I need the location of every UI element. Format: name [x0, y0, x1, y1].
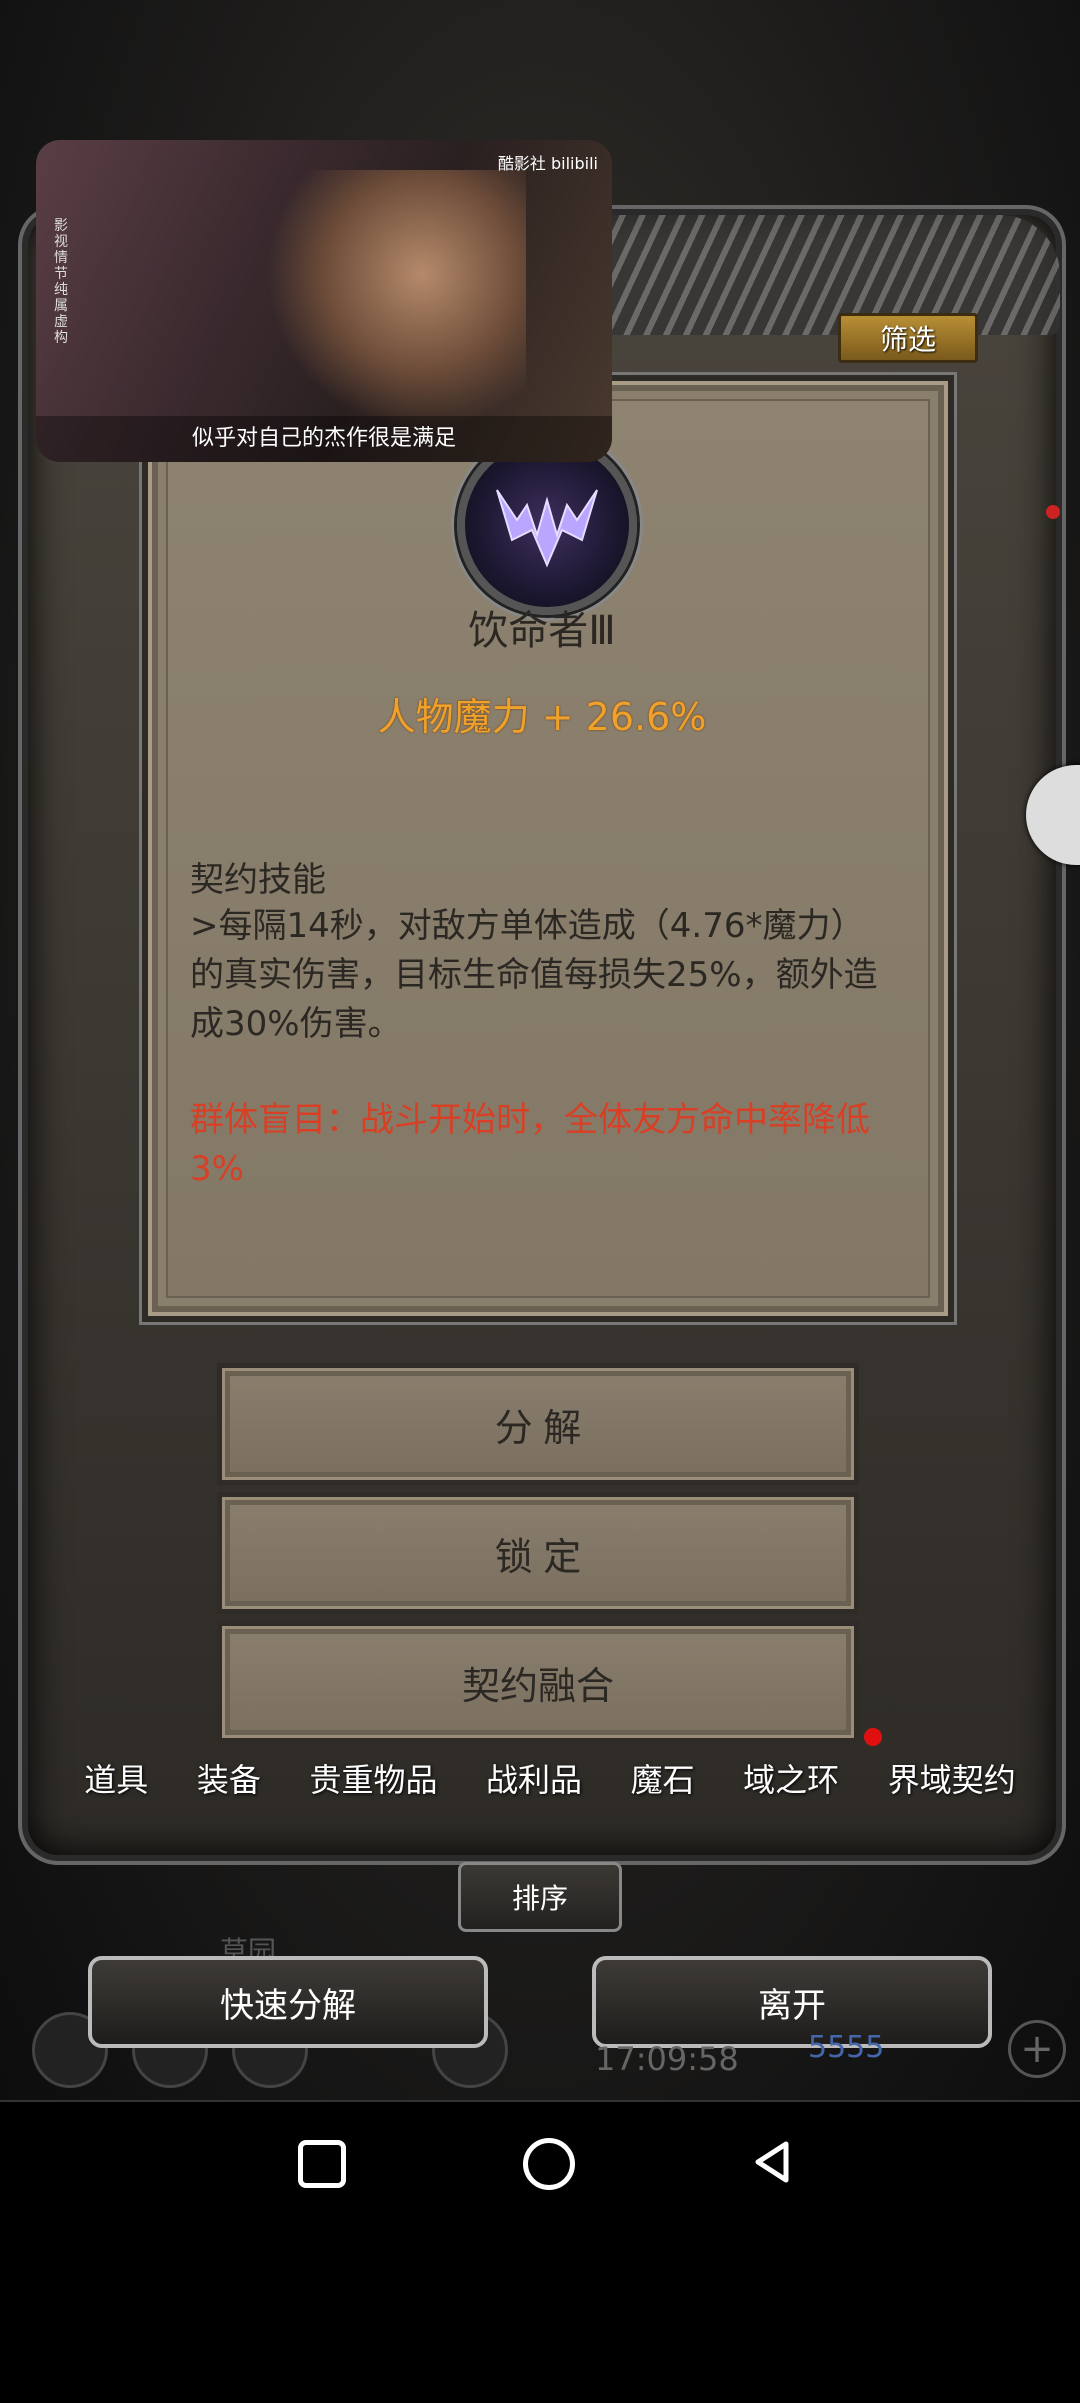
leave-button[interactable]: 离开	[592, 1956, 992, 2048]
tab-equipment[interactable]: 装备	[173, 1755, 286, 1801]
inventory-tabs: 道具 装备 贵重物品 战利品 魔石 域之环 界域契约	[60, 1730, 1040, 1825]
dragon-ornament	[560, 215, 1060, 335]
sort-button[interactable]: 排序	[458, 1862, 622, 1932]
tab-domain-rings[interactable]: 域之环	[719, 1755, 864, 1801]
tab-valuables[interactable]: 贵重物品	[285, 1755, 462, 1801]
tab-realm-contracts[interactable]: 界域契约	[863, 1755, 1040, 1801]
decompose-button[interactable]: 分 解	[217, 1363, 859, 1485]
skill-description: >每隔14秒，对敌方单体造成（4.76*魔力）的真实伤害，目标生命值每损失25%…	[190, 906, 878, 1044]
tab-items[interactable]: 道具	[60, 1755, 173, 1801]
tab-notification-dot	[864, 1728, 882, 1746]
contract-fuse-button[interactable]: 契约融合	[217, 1621, 859, 1743]
filter-button[interactable]: 筛选	[838, 313, 978, 363]
add-plus-icon[interactable]: +	[1008, 2020, 1066, 2078]
video-overlay[interactable]: 影视情节 纯属虚构 酷影社 bilibili 似乎对自己的杰作很是满足	[36, 140, 612, 462]
group-effect-description: 群体盲目：战斗开始时，全体友方命中率降低3%	[190, 1100, 870, 1189]
item-stat: 人物魔力 + 26.6%	[377, 695, 707, 739]
item-name: 饮命者Ⅲ	[468, 608, 616, 654]
recent-apps-icon[interactable]	[298, 2140, 346, 2188]
skill-title: 契约技能	[190, 860, 326, 900]
gem-count: 5555	[808, 2030, 885, 2065]
video-frame-image	[266, 170, 526, 430]
lock-button[interactable]: 锁 定	[217, 1492, 859, 1614]
item-icon	[457, 435, 637, 615]
video-side-text: 影视情节 纯属虚构	[54, 218, 68, 346]
notification-dot	[1046, 505, 1060, 519]
quick-decompose-button[interactable]: 快速分解	[88, 1956, 488, 2048]
clock-text: 17:09:58	[595, 2040, 739, 2078]
home-icon[interactable]	[523, 2138, 575, 2190]
video-watermark: 酷影社 bilibili	[497, 154, 598, 173]
back-icon[interactable]	[748, 2138, 796, 2186]
tab-magic-stones[interactable]: 魔石	[606, 1755, 719, 1801]
tab-loot[interactable]: 战利品	[462, 1755, 607, 1801]
video-subtitle: 似乎对自己的杰作很是满足	[36, 416, 612, 462]
demon-crest-icon	[496, 489, 598, 568]
